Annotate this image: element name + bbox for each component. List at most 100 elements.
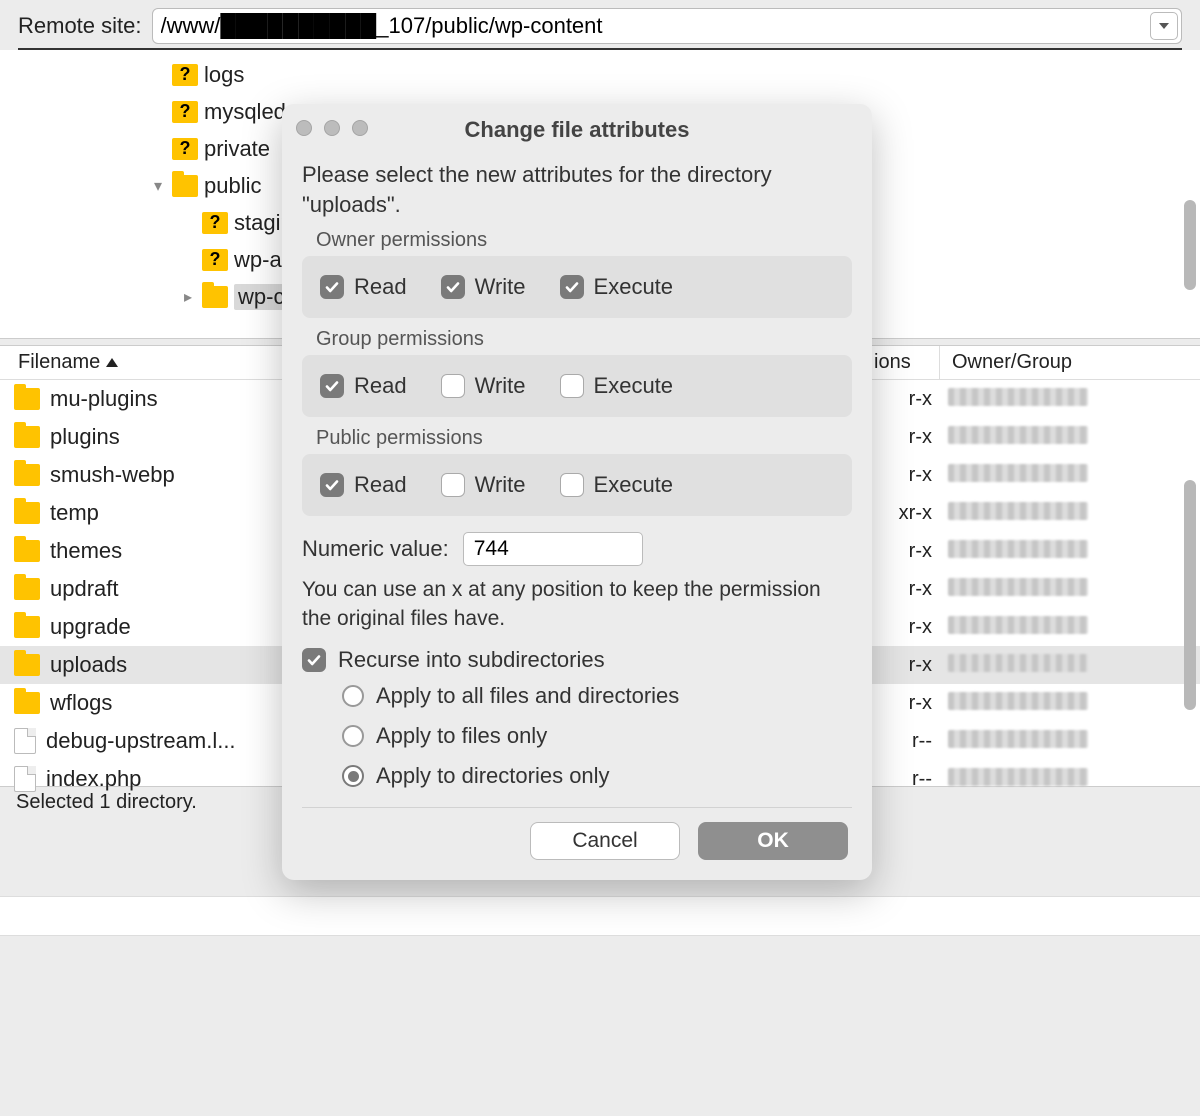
redacted-text <box>948 502 1088 520</box>
redacted-text <box>948 616 1088 634</box>
group-write-checkbox-row: Write <box>441 373 526 399</box>
numeric-value-input[interactable] <box>463 532 643 566</box>
tree-item-label: wp-c <box>234 284 288 310</box>
column-owner-group[interactable]: Owner/Group <box>940 346 1200 379</box>
redacted-text <box>948 388 1088 406</box>
expander-icon[interactable]: ▸ <box>180 287 196 307</box>
close-icon[interactable] <box>296 120 312 136</box>
list-scrollbar-thumb[interactable] <box>1184 480 1196 710</box>
file-icon <box>14 728 36 754</box>
group-execute-checkbox[interactable] <box>560 374 584 398</box>
owner-permissions-label: Owner permissions <box>316 229 852 252</box>
group-write-checkbox[interactable] <box>441 374 465 398</box>
folder-icon <box>14 616 40 638</box>
file-perm: r-x <box>870 692 940 715</box>
group-write-label: Write <box>475 373 526 399</box>
file-name: uploads <box>50 652 127 678</box>
owner-write-checkbox[interactable] <box>441 275 465 299</box>
change-attributes-dialog: Change file attributes Please select the… <box>282 104 872 880</box>
recurse-radio-1[interactable]: Apply to files only <box>342 723 852 749</box>
group-read-label: Read <box>354 373 407 399</box>
numeric-value-row: Numeric value: <box>302 532 852 566</box>
file-owner <box>940 690 1200 716</box>
file-name: plugins <box>50 424 120 450</box>
recurse-radio-2[interactable]: Apply to directories only <box>342 763 852 789</box>
radio-icon[interactable] <box>342 725 364 747</box>
cancel-button[interactable]: Cancel <box>530 822 680 860</box>
redacted-text <box>948 654 1088 672</box>
file-name: mu-plugins <box>50 386 158 412</box>
owner-execute-label: Execute <box>594 274 674 300</box>
radio-icon[interactable] <box>342 765 364 787</box>
file-owner <box>940 500 1200 526</box>
file-owner <box>940 424 1200 450</box>
folder-icon <box>202 286 228 308</box>
file-owner <box>940 766 1200 792</box>
folder-icon <box>14 388 40 410</box>
zoom-icon[interactable] <box>352 120 368 136</box>
folder-icon <box>14 654 40 676</box>
tree-item-label: public <box>204 173 261 199</box>
remote-path-field[interactable] <box>152 8 1183 44</box>
file-name: index.php <box>46 766 141 792</box>
unknown-folder-icon: ? <box>202 212 228 234</box>
file-owner <box>940 728 1200 754</box>
file-icon <box>14 766 36 792</box>
tree-item-logs[interactable]: ?logs <box>0 56 1200 93</box>
ok-button[interactable]: OK <box>698 822 848 860</box>
group-read-checkbox[interactable] <box>320 374 344 398</box>
redacted-text <box>948 426 1088 444</box>
window-controls <box>296 120 368 136</box>
public-read-checkbox[interactable] <box>320 473 344 497</box>
redacted-text <box>948 540 1088 558</box>
chevron-down-icon <box>1159 23 1169 29</box>
folder-icon <box>14 540 40 562</box>
group-execute-label: Execute <box>594 373 674 399</box>
recurse-checkbox[interactable] <box>302 648 326 672</box>
redacted-text <box>948 578 1088 596</box>
dialog-titlebar[interactable]: Change file attributes <box>282 104 872 156</box>
recurse-checkbox-row: Recurse into subdirectories <box>302 647 852 673</box>
column-permissions[interactable]: ions <box>870 346 940 379</box>
radio-label: Apply to directories only <box>376 763 610 789</box>
public-execute-label: Execute <box>594 472 674 498</box>
public-permissions-label: Public permissions <box>316 427 852 450</box>
column-filename-label: Filename <box>18 351 100 374</box>
file-name: themes <box>50 538 122 564</box>
owner-permissions-group: ReadWriteExecute <box>302 256 852 318</box>
owner-execute-checkbox[interactable] <box>560 275 584 299</box>
bottom-pane <box>0 896 1200 936</box>
owner-read-checkbox[interactable] <box>320 275 344 299</box>
file-name: upgrade <box>50 614 131 640</box>
file-perm: r-x <box>870 578 940 601</box>
recurse-radio-0[interactable]: Apply to all files and directories <box>342 683 852 709</box>
redacted-text <box>948 768 1088 786</box>
file-name: smush-webp <box>50 462 175 488</box>
tree-item-label: logs <box>204 62 244 88</box>
public-write-checkbox[interactable] <box>441 473 465 497</box>
owner-write-label: Write <box>475 274 526 300</box>
remote-path-input[interactable] <box>152 8 1183 44</box>
remote-path-dropdown-button[interactable] <box>1150 12 1178 40</box>
group-read-checkbox-row: Read <box>320 373 407 399</box>
numeric-value-hint: You can use an x at any position to keep… <box>302 576 852 633</box>
minimize-icon[interactable] <box>324 120 340 136</box>
public-execute-checkbox[interactable] <box>560 473 584 497</box>
sort-ascending-icon <box>106 358 118 367</box>
file-owner <box>940 462 1200 488</box>
redacted-text <box>948 730 1088 748</box>
file-name: temp <box>50 500 99 526</box>
radio-icon[interactable] <box>342 685 364 707</box>
dialog-button-row: Cancel OK <box>302 822 852 864</box>
redacted-text <box>948 692 1088 710</box>
public-read-label: Read <box>354 472 407 498</box>
folder-icon <box>14 464 40 486</box>
expander-icon[interactable]: ▾ <box>150 176 166 196</box>
remote-site-label: Remote site: <box>18 13 142 39</box>
file-owner <box>940 576 1200 602</box>
file-name: wflogs <box>50 690 112 716</box>
redacted-text <box>948 464 1088 482</box>
file-perm: r-- <box>870 730 940 753</box>
tree-item-label: wp-a <box>234 247 282 273</box>
tree-scrollbar-thumb[interactable] <box>1184 200 1196 290</box>
